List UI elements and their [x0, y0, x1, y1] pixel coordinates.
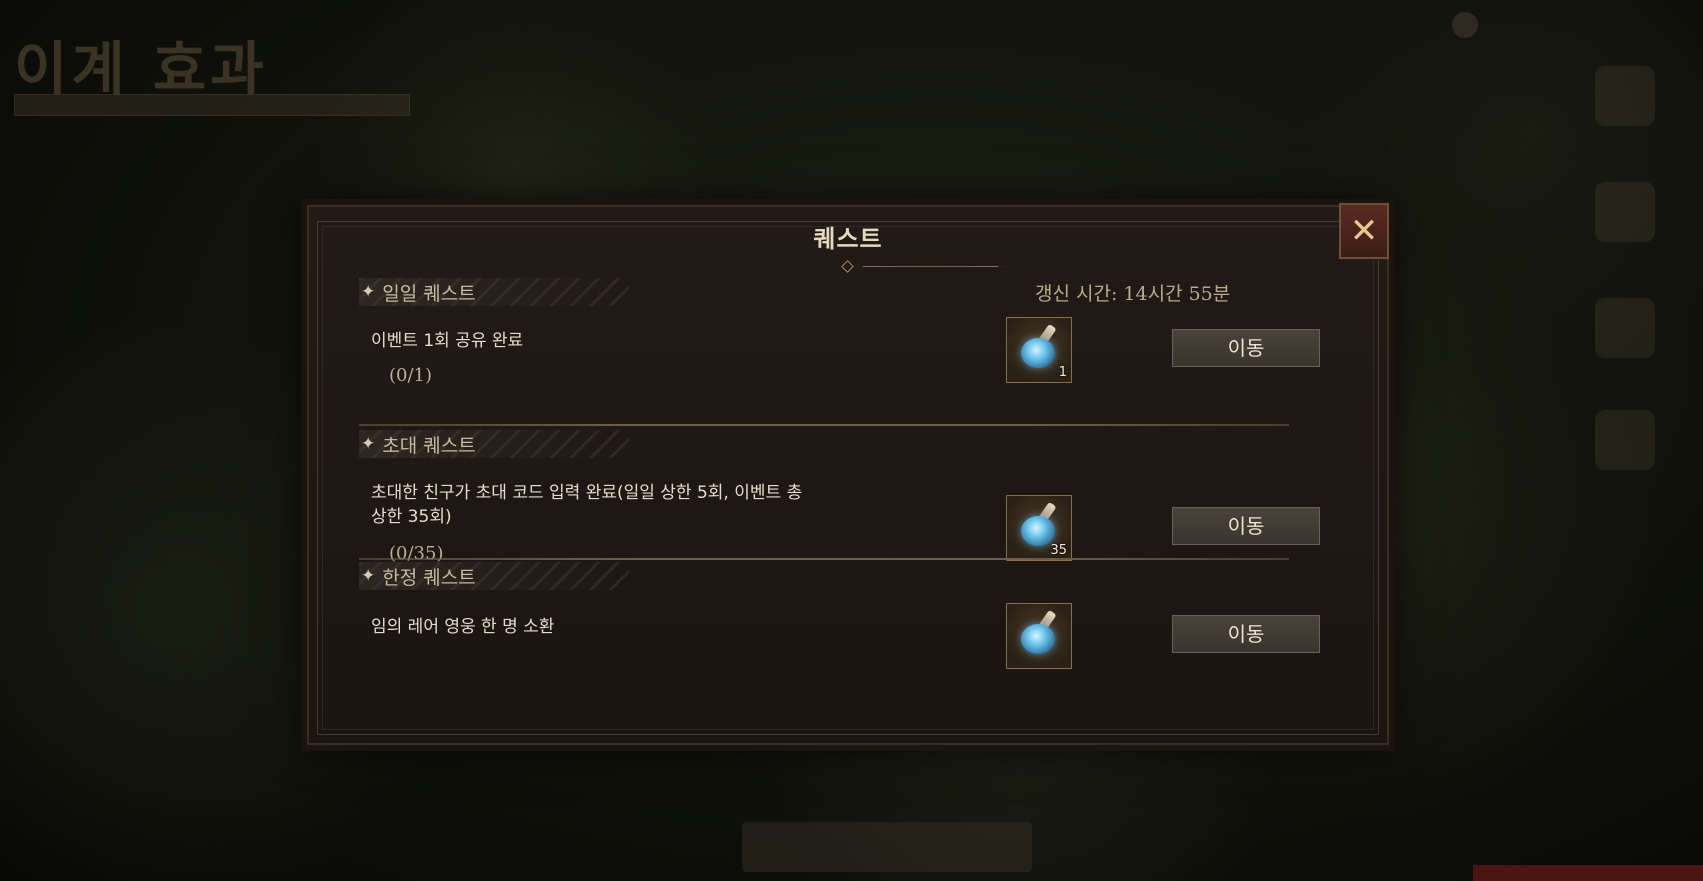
section-title: 일일 퀘스트	[382, 282, 476, 305]
reward-count: 1	[1058, 365, 1067, 380]
close-button[interactable]: ✕	[1339, 203, 1389, 259]
background-side-icon	[1595, 66, 1655, 126]
background-bottom-bar	[742, 822, 1032, 872]
close-icon: ✕	[1349, 211, 1379, 251]
quest-list[interactable]: ✦ 일일 퀘스트 갱신 시간: 14시간 55분 이벤트 1회 공유 완료 (0…	[359, 277, 1329, 709]
background-top-right	[1452, 12, 1652, 38]
quest-text: 이벤트 1회 공유 완료	[371, 331, 524, 351]
dialog-header: 퀘스트	[309, 219, 1387, 273]
section-title: 한정 퀘스트	[382, 566, 476, 589]
star-icon: ✦	[361, 434, 376, 454]
star-icon: ✦	[361, 566, 376, 586]
title-ornament	[683, 260, 1013, 273]
background-red-bar	[1473, 865, 1703, 881]
quest-dialog: 퀘스트 ✦ 일일 퀘스트 갱신 시간: 14시간 55분 이벤트 1회 공유 완…	[307, 205, 1389, 745]
section-divider	[359, 558, 1289, 560]
reward-item[interactable]: 35	[1006, 495, 1072, 561]
background-subtitle-bar	[14, 94, 410, 116]
background-side-icon	[1595, 182, 1655, 242]
refresh-time: 갱신 시간: 14시간 55분	[1035, 283, 1231, 305]
move-button[interactable]: 이동	[1172, 507, 1320, 545]
star-icon: ✦	[361, 282, 376, 302]
move-button[interactable]: 이동	[1172, 329, 1320, 367]
section-header: ✦ 초대 퀘스트	[359, 429, 1329, 459]
reward-item[interactable]	[1006, 603, 1072, 669]
crystal-gem-icon	[1021, 624, 1055, 654]
section-title: 초대 퀘스트	[382, 434, 476, 457]
quest-text: 임의 레어 영웅 한 명 소환	[371, 617, 555, 637]
background-side-icon	[1595, 410, 1655, 470]
background-profile-icon	[1452, 12, 1478, 38]
dialog-title: 퀘스트	[813, 224, 883, 253]
quest-text: 초대한 친구가 초대 코드 입력 완료(일일 상한 5회, 이벤트 총 상한 3…	[371, 483, 803, 527]
section-limited: ✦ 한정 퀘스트 임의 레어 영웅 한 명 소환 이동	[359, 561, 1329, 681]
section-divider	[359, 424, 1289, 426]
reward-item[interactable]: 1	[1006, 317, 1072, 383]
section-daily: ✦ 일일 퀘스트 갱신 시간: 14시간 55분 이벤트 1회 공유 완료 (0…	[359, 277, 1329, 429]
reward-count: 35	[1050, 543, 1067, 558]
quest-progress: (0/1)	[389, 365, 433, 386]
move-button[interactable]: 이동	[1172, 615, 1320, 653]
background-side-icon	[1595, 298, 1655, 358]
crystal-gem-icon	[1021, 338, 1055, 368]
section-header: ✦ 한정 퀘스트	[359, 561, 1329, 591]
ornament-line	[863, 266, 1013, 267]
ornament-diamond-icon	[841, 260, 854, 273]
crystal-gem-icon	[1021, 516, 1055, 546]
